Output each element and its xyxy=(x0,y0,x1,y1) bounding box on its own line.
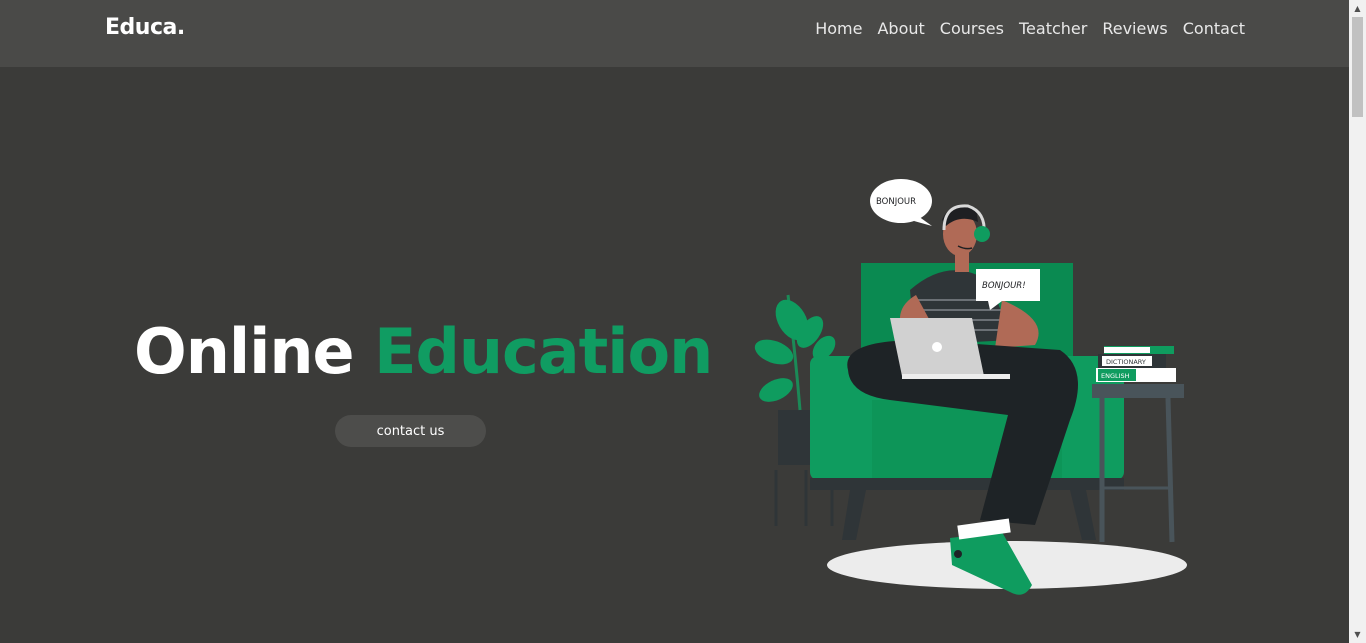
hero-title: Online Education xyxy=(134,312,713,392)
online-learning-illustration: DICTIONARY ENGLISH BONJOUR BONJOUR! xyxy=(754,179,1187,595)
hero-title-online: Online xyxy=(134,315,355,388)
scrollbar-thumb[interactable] xyxy=(1352,17,1363,117)
book-dictionary-label: DICTIONARY xyxy=(1106,358,1146,366)
bubble1-text: BONJOUR xyxy=(876,197,916,207)
hero-title-education: Education xyxy=(374,315,713,388)
nav-courses-link[interactable]: Courses xyxy=(940,19,1004,38)
scroll-up-arrow-icon[interactable]: ▲ xyxy=(1349,0,1366,17)
navbar: Educa. Home About Courses Teatcher Revie… xyxy=(0,0,1349,67)
book-english-label: ENGLISH xyxy=(1101,372,1130,380)
scroll-down-arrow-icon[interactable]: ▼ xyxy=(1349,626,1366,643)
main-nav: Home About Courses Teatcher Reviews Cont… xyxy=(815,19,1245,38)
nav-home-link[interactable]: Home xyxy=(815,19,862,38)
vertical-scrollbar[interactable]: ▲ ▼ xyxy=(1349,0,1366,643)
nav-about-link[interactable]: About xyxy=(877,19,924,38)
contact-us-button[interactable]: contact us xyxy=(335,415,486,447)
nav-reviews-link[interactable]: Reviews xyxy=(1102,19,1167,38)
nav-contact-link[interactable]: Contact xyxy=(1183,19,1245,38)
nav-teacher-link[interactable]: Teatcher xyxy=(1019,19,1087,38)
logo[interactable]: Educa. xyxy=(105,15,185,40)
bubble2-text: BONJOUR! xyxy=(982,281,1026,291)
